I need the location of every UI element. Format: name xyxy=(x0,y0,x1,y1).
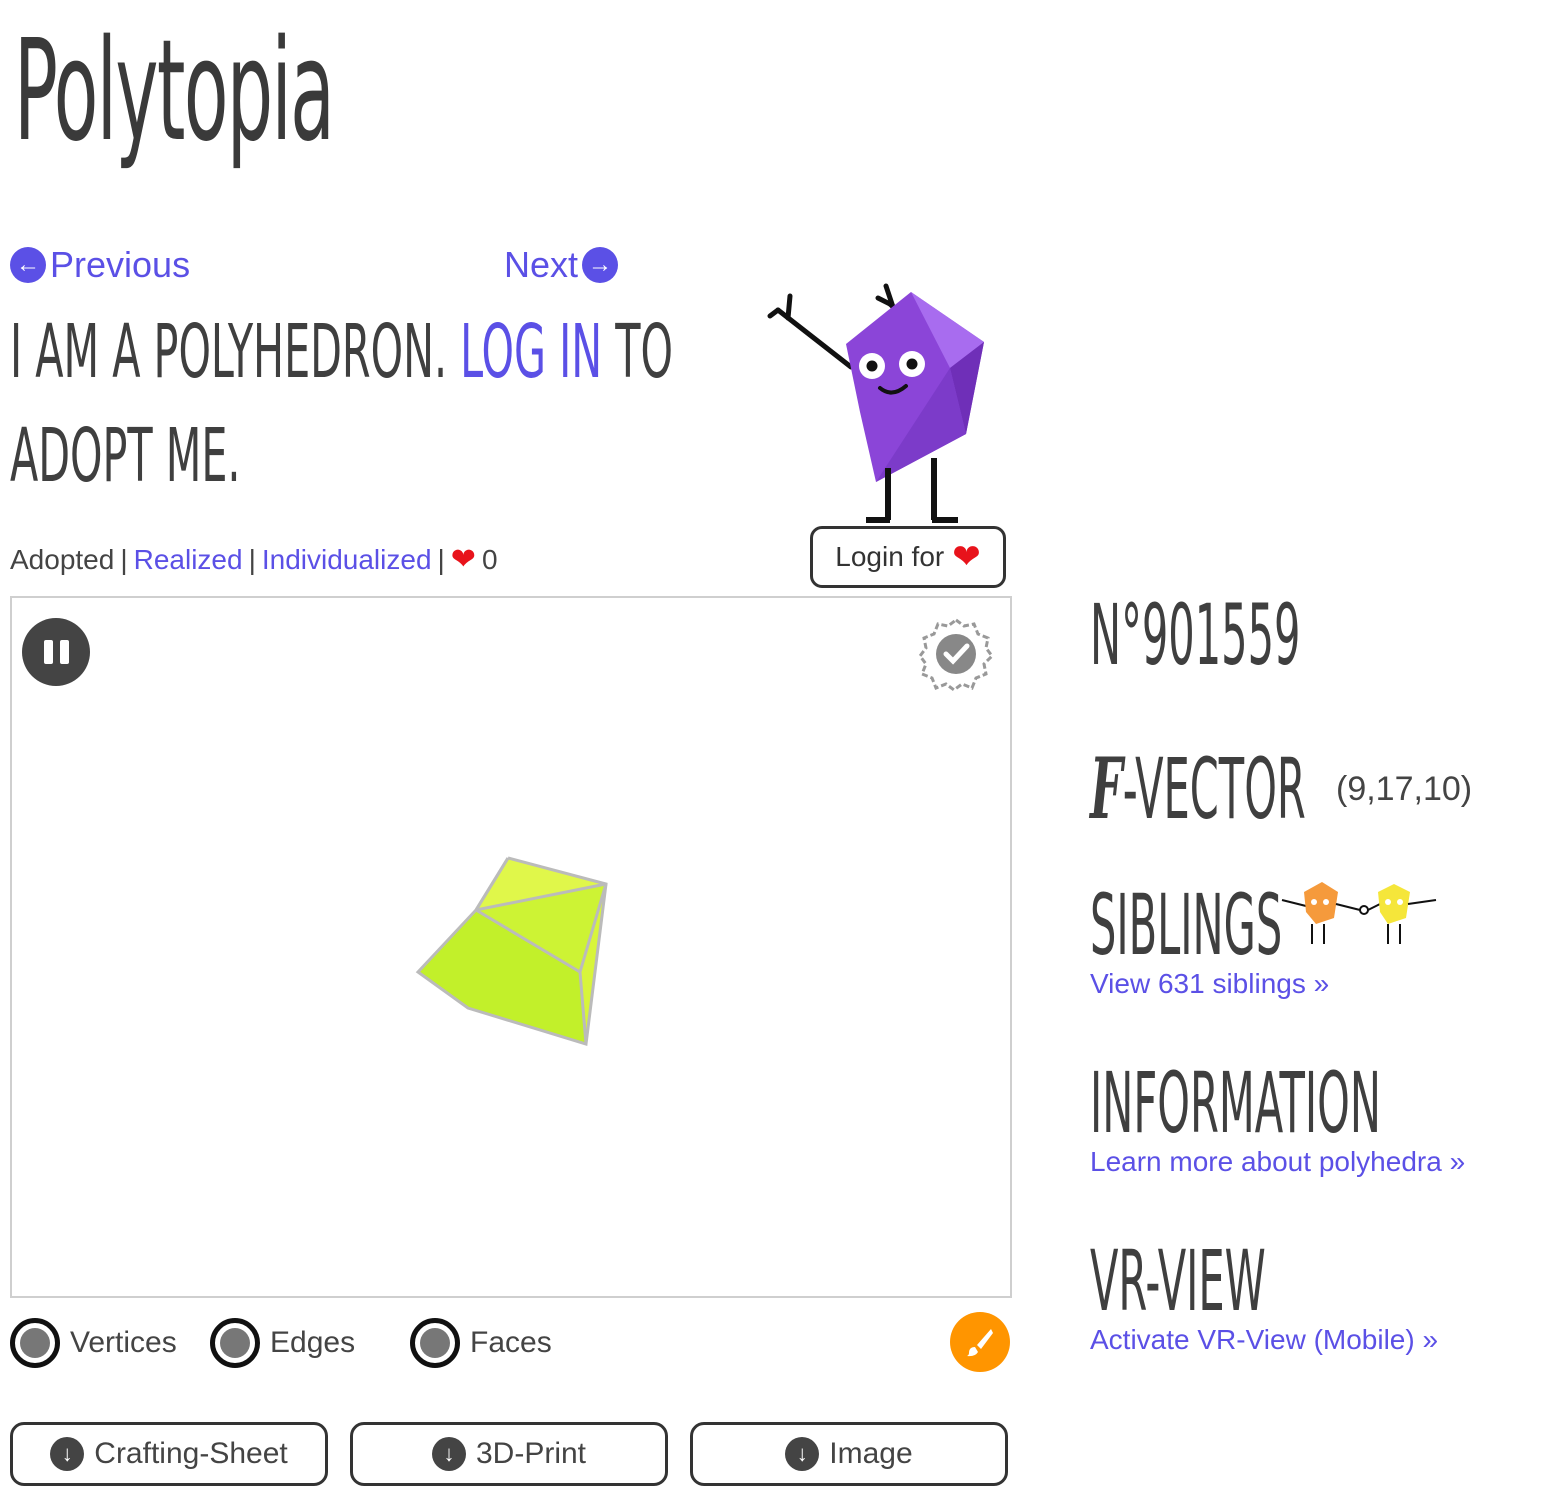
siblings-illustration xyxy=(1281,882,1437,944)
verified-badge-icon[interactable] xyxy=(918,616,994,692)
arrow-circle-left-icon: ← xyxy=(10,247,46,283)
siblings-heading: Siblings xyxy=(1090,876,1283,974)
vertices-radio[interactable] xyxy=(10,1318,60,1368)
next-label: Next xyxy=(504,244,579,285)
paint-button[interactable] xyxy=(950,1312,1010,1372)
pause-icon-bar xyxy=(59,640,69,664)
faces-toggle[interactable]: Faces xyxy=(410,1318,552,1368)
intro-text-2: to xyxy=(615,309,673,395)
edges-radio[interactable] xyxy=(210,1318,260,1368)
login-for-favorite-button[interactable]: Login for ❤ xyxy=(810,526,1006,588)
learn-more-link[interactable]: Learn more about polyhedra » xyxy=(1090,1146,1465,1178)
fvector-heading: f-Vector xyxy=(1090,744,1306,835)
vertices-label: Vertices xyxy=(70,1326,177,1359)
edges-toggle[interactable]: Edges xyxy=(210,1318,355,1368)
login-link[interactable]: Log in xyxy=(460,309,602,395)
3d-print-download-button[interactable]: ↓ 3D-Print xyxy=(350,1422,668,1486)
polyhedron-model xyxy=(415,856,608,1046)
status-individualized-link[interactable]: Individualized xyxy=(262,544,432,576)
edges-label: Edges xyxy=(270,1326,356,1359)
status-separator: | xyxy=(437,543,445,575)
download-icon: ↓ xyxy=(431,1437,466,1471)
information-heading: Information xyxy=(1090,1054,1381,1152)
intro-text-1: I am a polyhedron. xyxy=(10,309,448,395)
crafting-sheet-download-button[interactable]: ↓ Crafting-Sheet xyxy=(10,1422,328,1486)
fvector-value: (9,17,10) xyxy=(1336,770,1473,808)
faces-radio[interactable] xyxy=(410,1318,460,1368)
vr-view-heading: VR-View xyxy=(1090,1232,1266,1330)
status-line: Adopted | Realized | Individualized | ❤ … xyxy=(10,542,498,577)
heart-icon: ❤ xyxy=(450,543,476,576)
pause-button[interactable] xyxy=(22,618,90,686)
heart-icon: ❤ xyxy=(952,538,981,576)
previous-link[interactable]: ← Previous xyxy=(10,244,190,286)
intro-line-1: I am a polyhedron. Log in to xyxy=(10,300,673,404)
download-icon: ↓ xyxy=(50,1437,85,1471)
status-separator: | xyxy=(248,543,256,575)
login-for-label: Login for xyxy=(835,541,945,572)
paintbrush-icon xyxy=(967,1329,993,1357)
arrow-circle-right-icon: → xyxy=(582,247,619,283)
polyhedron-number: N°901559 xyxy=(1090,586,1301,684)
next-link[interactable]: Next → xyxy=(504,244,619,286)
view-siblings-link[interactable]: View 631 siblings » xyxy=(1090,968,1329,1000)
polyhedron-3d-viewer[interactable] xyxy=(10,596,1012,1298)
status-adopted: Adopted xyxy=(10,543,115,575)
3d-print-label: 3D-Print xyxy=(475,1437,587,1470)
crafting-sheet-label: Crafting-Sheet xyxy=(94,1437,288,1470)
previous-label: Previous xyxy=(50,244,191,285)
status-separator: | xyxy=(120,543,128,575)
download-icon: ↓ xyxy=(785,1437,820,1471)
activate-vr-link[interactable]: Activate VR-View (Mobile) » xyxy=(1090,1324,1438,1356)
fvector-label: -Vector xyxy=(1122,740,1306,838)
pause-icon xyxy=(43,640,53,664)
likes-count: 0 xyxy=(481,543,498,575)
intro-heading: I am a polyhedron. Log in to adopt me. xyxy=(10,300,730,508)
vertices-toggle[interactable]: Vertices xyxy=(10,1318,177,1368)
image-label: Image xyxy=(829,1437,913,1470)
image-download-button[interactable]: ↓ Image xyxy=(690,1422,1008,1486)
status-realized-link[interactable]: Realized xyxy=(134,544,243,576)
faces-label: Faces xyxy=(470,1326,552,1359)
intro-line-2: adopt me. xyxy=(10,413,241,499)
site-logo[interactable]: Polytopia xyxy=(14,22,335,162)
mascot-illustration xyxy=(767,283,984,523)
fvector-symbol: f xyxy=(1090,739,1123,838)
